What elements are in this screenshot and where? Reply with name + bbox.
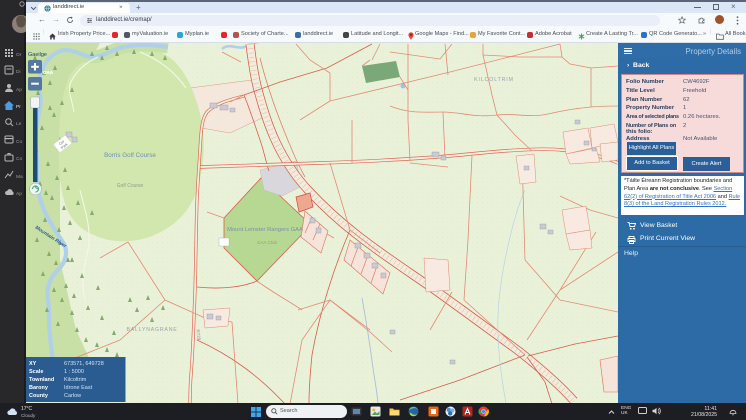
svg-text:Co: Co [16,156,22,162]
svg-text:Idrone East: Idrone East [64,385,93,391]
svg-text:BALLYNAGRANE: BALLYNAGRANE [126,327,177,333]
svg-text:Di: Di [16,69,21,75]
svg-text:Or: Or [16,52,22,58]
svg-text:Borris Golf Course: Borris Golf Course [104,152,156,159]
svg-text:XY: XY [29,361,37,367]
svg-text:Carlow: Carlow [64,393,81,399]
svg-text:Mount Leinster Rangers GAA: Mount Leinster Rangers GAA [227,227,303,233]
svg-text:673571, 649728: 673571, 649728 [64,361,104,367]
svg-text:1 : 5000: 1 : 5000 [64,369,84,375]
svg-text:Golf Course: Golf Course [117,183,144,189]
svg-text:Ma: Ma [16,174,23,180]
svg-text:Barony: Barony [29,385,49,391]
svg-text:KILCOLTRIM: KILCOLTRIM [474,77,514,83]
svg-text:Ap: Ap [16,191,22,197]
svg-text:Co: Co [16,139,22,145]
svg-text:GAA Club: GAA Club [257,240,278,245]
svg-text:Townland: Townland [29,377,54,383]
svg-text:County: County [29,393,49,399]
svg-text:Kilcoltrim: Kilcoltrim [64,377,87,383]
svg-text:Ap: Ap [16,87,22,93]
svg-text:GAA: GAA [43,70,54,75]
svg-text:Gaeilge: Gaeilge [28,52,47,58]
svg-text:Pr: Pr [16,104,21,110]
svg-text:Scale: Scale [29,369,43,375]
svg-text:Le: Le [16,121,22,127]
